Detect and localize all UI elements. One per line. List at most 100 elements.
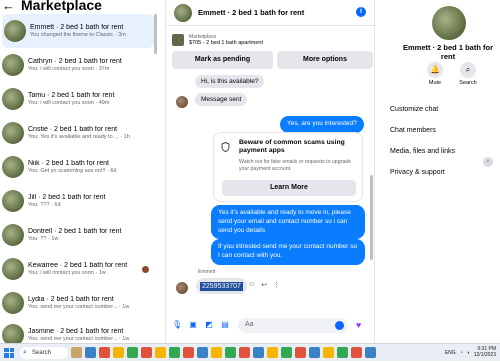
- chrome-icon[interactable]: [183, 347, 194, 358]
- conversation-name: Cristie · 2 bed 1 bath for rent: [28, 126, 118, 133]
- avatar: [2, 324, 24, 343]
- chrome-icon[interactable]: [295, 347, 306, 358]
- message-input[interactable]: Aa: [238, 317, 348, 333]
- image-icon[interactable]: ▣: [188, 320, 198, 330]
- collapse-chevron-icon[interactable]: ‹: [483, 157, 493, 167]
- app-icon[interactable]: [71, 347, 82, 358]
- back-arrow-icon[interactable]: ←: [2, 0, 15, 13]
- react-icon[interactable]: ☺: [248, 281, 255, 289]
- conversation-item[interactable]: Dontrell · 2 bed 1 bath for rent You: ?? …: [0, 218, 152, 252]
- list-scrollbar[interactable]: [154, 14, 157, 54]
- phone-number-text[interactable]: 2259533707: [200, 281, 243, 291]
- conversation-preview: You: i will contact you soon · 49m: [28, 100, 110, 106]
- search-button[interactable]: ⌕ Search: [453, 62, 483, 86]
- messenger-app: ← Marketplace Emmett · 2 bed 1 bath for …: [0, 0, 500, 343]
- microphone-icon[interactable]: 🎙: [172, 320, 182, 330]
- avatar: [2, 190, 24, 212]
- conversation-preview: You: Get yo scamming ass on!!! · 6d: [28, 168, 117, 174]
- search-icon: ⌕: [460, 62, 476, 78]
- conversation-item[interactable]: Jill · 2 bed 1 bath for rent You: ??? · 6…: [0, 184, 152, 218]
- privacy-support-item[interactable]: Privacy & support: [390, 169, 445, 176]
- conversation-preview: You changed the theme to Classic · 3m: [30, 32, 126, 38]
- more-options-button[interactable]: More options: [277, 51, 373, 69]
- chat-scrollbar[interactable]: [370, 175, 373, 260]
- avatar: [176, 282, 188, 294]
- chrome-icon[interactable]: [351, 347, 362, 358]
- app-icon[interactable]: [113, 347, 124, 358]
- chrome-icon[interactable]: [225, 347, 236, 358]
- reply-icon[interactable]: ↩: [261, 281, 267, 289]
- mark-pending-button[interactable]: Mark as pending: [172, 51, 273, 69]
- gif-icon[interactable]: ▤: [220, 320, 230, 330]
- more-icon[interactable]: ⋮: [273, 281, 280, 289]
- chrome-icon[interactable]: [239, 347, 250, 358]
- avatar[interactable]: [174, 3, 192, 22]
- volume-icon[interactable]: ◖: [467, 350, 470, 356]
- conversation-item[interactable]: Niik · 2 bed 1 bath for rent You: Get yo …: [0, 150, 152, 184]
- chat-members-item[interactable]: Chat members: [390, 127, 436, 134]
- sticker-icon[interactable]: ◩: [204, 320, 214, 330]
- incoming-message: Message sent: [195, 93, 248, 106]
- bell-icon: 🔔: [427, 62, 443, 78]
- conversation-preview: You: ?? · 1w: [28, 236, 59, 242]
- conversation-item[interactable]: Emmett · 2 bed 1 bath for rent You change…: [2, 14, 154, 48]
- conversation-name: Dontrell · 2 bed 1 bath for rent: [28, 228, 122, 235]
- chrome-icon[interactable]: [253, 347, 264, 358]
- chrome-icon[interactable]: [211, 347, 222, 358]
- conversation-name: Tamu · 2 bed 1 bath for rent: [28, 92, 115, 99]
- chrome-icon[interactable]: [323, 347, 334, 358]
- windows-taskbar: Search ENG ◔ ◖ 9:31 PM 12/1/2023: [0, 343, 500, 361]
- page-title: Marketplace: [21, 0, 102, 13]
- chrome-icon[interactable]: [309, 347, 320, 358]
- chrome-icon[interactable]: [197, 347, 208, 358]
- chat-title[interactable]: Emmett · 2 bed 1 bath for rent: [198, 8, 304, 17]
- app-icon[interactable]: [127, 347, 138, 358]
- scam-warning-card: Beware of common scams using payment app…: [213, 132, 363, 202]
- conversation-preview: You: Yes it's available and ready to ...…: [28, 134, 130, 140]
- conversation-item[interactable]: Lydia · 2 bed 1 bath for rent You: send m…: [0, 286, 152, 320]
- windows-start-icon[interactable]: [4, 347, 14, 358]
- mute-label: Mute: [428, 80, 442, 86]
- learn-more-button[interactable]: Learn More: [222, 180, 356, 196]
- conversation-name: Emmett · 2 bed 1 bath for rent: [30, 24, 124, 31]
- chrome-icon[interactable]: [155, 347, 166, 358]
- conversation-item[interactable]: Jasmine · 2 bed 1 bath for rent You: send…: [0, 318, 152, 343]
- conversation-item[interactable]: Cristie · 2 bed 1 bath for rent You: Yes …: [0, 116, 152, 150]
- avatar: [2, 88, 24, 110]
- search-label: Search: [459, 80, 477, 86]
- chrome-icon[interactable]: [267, 347, 278, 358]
- outgoing-message: Yes it's available and ready to move in,…: [211, 205, 365, 240]
- info-icon[interactable]: i: [356, 7, 366, 17]
- avatar: [2, 156, 24, 178]
- clock[interactable]: 9:31 PM 12/1/2023: [474, 346, 496, 359]
- avatar: [2, 224, 24, 246]
- chrome-icon[interactable]: [337, 347, 348, 358]
- chrome-icon[interactable]: [365, 347, 376, 358]
- wifi-icon[interactable]: ◔: [460, 350, 463, 356]
- outgoing-message: Yes, are you interested?: [280, 116, 364, 133]
- taskbar-search[interactable]: Search: [20, 346, 68, 359]
- conversation-item[interactable]: Kewarree · 2 bed 1 bath for rent You: i w…: [0, 252, 152, 286]
- chrome-icon[interactable]: [169, 347, 180, 358]
- avatar: [432, 6, 466, 40]
- conversation-info-panel: Emmett · 2 bed 1 bath for rent 🔔 Mute ⌕ …: [376, 0, 500, 343]
- chrome-icon[interactable]: [281, 347, 292, 358]
- app-icon[interactable]: [99, 347, 110, 358]
- language-indicator[interactable]: ENG: [445, 350, 456, 356]
- conversation-item[interactable]: Tamu · 2 bed 1 bath for rent You: i will …: [0, 82, 152, 116]
- heart-icon[interactable]: ♥: [356, 320, 361, 330]
- emoji-icon[interactable]: [335, 320, 344, 330]
- listing-banner[interactable]: Marketplace $705 - 2 bed 1 bath apartmen…: [170, 30, 372, 50]
- mute-button[interactable]: 🔔 Mute: [420, 62, 450, 86]
- conversation-preview: You: send me your contact number... · 1w: [28, 304, 130, 310]
- conversation-preview: You: ??? · 6d: [28, 202, 61, 208]
- conversation-item[interactable]: Cathryn · 2 bed 1 bath for rent You: i wi…: [0, 48, 152, 82]
- shield-icon: [221, 141, 230, 153]
- app-icon[interactable]: [85, 347, 96, 358]
- customize-chat-item[interactable]: Customize chat: [390, 106, 438, 113]
- chrome-icon[interactable]: [141, 347, 152, 358]
- media-files-item[interactable]: Media, files and links: [390, 148, 455, 155]
- chat-header: Emmett · 2 bed 1 bath for rent i: [166, 0, 376, 26]
- conversation-name: Kewarree · 2 bed 1 bath for rent: [28, 262, 128, 269]
- conversation-preview: You: send me your contact number... · 1w: [28, 336, 130, 342]
